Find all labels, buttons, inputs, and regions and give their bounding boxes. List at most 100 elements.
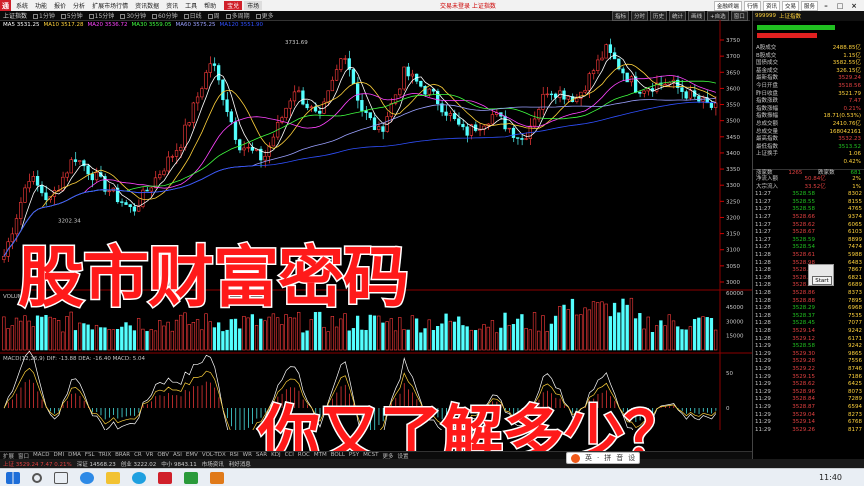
indicator-tab[interactable]: WR bbox=[243, 452, 252, 459]
tick-row[interactable]: 11:27 3528.58 8302 bbox=[753, 191, 864, 199]
menu-item[interactable]: 系统 bbox=[16, 1, 28, 10]
indicator-tab[interactable]: 更多 bbox=[383, 452, 394, 460]
indicator-tab[interactable]: 窗口 bbox=[18, 452, 29, 460]
ime-item[interactable]: 拼 bbox=[604, 453, 611, 463]
menu-item[interactable]: 资讯 bbox=[166, 1, 178, 10]
period-tab[interactable]: 更多 bbox=[255, 11, 274, 20]
tab-market[interactable]: 市场 bbox=[244, 1, 263, 10]
title-button[interactable]: 行情 bbox=[743, 0, 761, 11]
menu-item[interactable]: 分析 bbox=[73, 1, 85, 10]
indicator-tab[interactable]: KDJ bbox=[271, 452, 280, 459]
period-tab[interactable]: 多周期 bbox=[225, 11, 250, 20]
app-orange-icon[interactable] bbox=[210, 471, 224, 484]
period-tab[interactable]: 5分钟 bbox=[60, 11, 83, 20]
minimize-icon[interactable]: – bbox=[820, 2, 832, 10]
tick-row[interactable]: 11:29 3528.87 6594 bbox=[753, 404, 864, 412]
indicator-tab[interactable]: ROC bbox=[298, 452, 310, 459]
tick-row[interactable]: 11:27 3528.58 4765 bbox=[753, 206, 864, 214]
tick-row[interactable]: 11:27 3528.62 6065 bbox=[753, 222, 864, 230]
ime-item[interactable]: 音 bbox=[616, 453, 623, 463]
indicator-tab[interactable]: CCI bbox=[285, 452, 294, 459]
menu-item[interactable]: 工具 bbox=[185, 1, 197, 10]
tick-row[interactable]: 11:29 3529.30 9865 bbox=[753, 351, 864, 359]
period-tab[interactable]: 日线 bbox=[183, 11, 202, 20]
tick-row[interactable]: 11:27 3528.54 7474 bbox=[753, 244, 864, 252]
period-tab[interactable]: 15分钟 bbox=[88, 11, 114, 20]
tick-row[interactable]: 11:29 3529.04 8273 bbox=[753, 412, 864, 420]
indicator-tab[interactable]: DMI bbox=[54, 452, 65, 459]
menu-item[interactable]: 帮助 bbox=[204, 1, 216, 10]
indicator-tab[interactable]: 扩展 bbox=[3, 452, 14, 460]
tick-row[interactable]: 11:29 3529.28 7556 bbox=[753, 358, 864, 366]
indicator-tab[interactable]: ASI bbox=[173, 452, 182, 459]
tab-baodui[interactable]: 宝兑 bbox=[224, 1, 243, 10]
title-button[interactable]: 服务 bbox=[800, 0, 818, 11]
tick-row[interactable]: 11:29 3529.22 8746 bbox=[753, 366, 864, 374]
start-button[interactable]: Start bbox=[812, 276, 832, 285]
ime-toolbar[interactable]: 英 · 拼音设 bbox=[566, 452, 641, 464]
ime-item[interactable]: 英 bbox=[585, 453, 592, 463]
period-tab[interactable]: 1分钟 bbox=[33, 11, 55, 20]
menu-item[interactable]: 资讯数据 bbox=[135, 1, 159, 10]
period-tab[interactable]: 30分钟 bbox=[120, 11, 146, 20]
menu-item[interactable]: 报价 bbox=[54, 1, 66, 10]
tick-row[interactable]: 11:29 3529.26 8177 bbox=[753, 427, 864, 435]
maximize-icon[interactable]: □ bbox=[834, 2, 846, 10]
title-button[interactable]: 金融终端 bbox=[713, 0, 742, 11]
windows-start-icon[interactable] bbox=[6, 471, 20, 484]
tick-row[interactable]: 11:29 3528.62 6425 bbox=[753, 381, 864, 389]
indicator-tab[interactable]: EMV bbox=[186, 452, 198, 459]
indicator-tab[interactable]: SAR bbox=[256, 452, 267, 459]
app-red-icon[interactable] bbox=[158, 471, 172, 484]
tick-row[interactable]: 11:27 3528.55 8155 bbox=[753, 199, 864, 207]
title-button[interactable]: 交易 bbox=[781, 0, 799, 11]
menu-item[interactable]: 扩展市场行情 bbox=[92, 1, 128, 10]
menu-item[interactable]: 功能 bbox=[35, 1, 47, 10]
app-green-icon[interactable] bbox=[184, 471, 198, 484]
indicator-tab[interactable]: PSY bbox=[349, 452, 359, 459]
task-view-icon[interactable] bbox=[54, 471, 68, 484]
indicator-tab[interactable]: RSI bbox=[230, 452, 239, 459]
indicator-tab[interactable]: CR bbox=[134, 452, 142, 459]
indicator-tab[interactable]: OBV bbox=[157, 452, 169, 459]
indicator-tab[interactable]: BOLL bbox=[331, 452, 345, 459]
indicator-tab[interactable]: MACD bbox=[33, 452, 50, 459]
tick-row[interactable]: 11:29 3529.15 7186 bbox=[753, 374, 864, 382]
indicator-tab[interactable]: VOL-TDX bbox=[202, 452, 226, 459]
tick-row[interactable]: 11:28 3528.45 7077 bbox=[753, 320, 864, 328]
ime-item[interactable]: 设 bbox=[628, 453, 635, 463]
tick-row[interactable]: 11:28 3528.37 7535 bbox=[753, 313, 864, 321]
tick-row[interactable]: 11:28 3528.29 6968 bbox=[753, 305, 864, 313]
indicator-tab[interactable]: FSL bbox=[85, 452, 95, 459]
tick-row[interactable]: 11:28 3528.88 7895 bbox=[753, 298, 864, 306]
tick-row[interactable]: 11:29 3528.84 7289 bbox=[753, 396, 864, 404]
stat-label: 最新指数 bbox=[756, 75, 779, 82]
tick-row[interactable]: 11:29 3528.58 9242 bbox=[753, 343, 864, 351]
tick-list[interactable]: 11:27 3528.58 8302 11:27 3528.55 8155 11:27 352… bbox=[753, 191, 864, 434]
indicator-tab[interactable]: BRAR bbox=[115, 452, 130, 459]
indicator-tab[interactable]: 设置 bbox=[398, 452, 409, 460]
indicator-tab[interactable]: TRIX bbox=[99, 452, 112, 459]
tick-row[interactable]: 11:28 3529.14 9242 bbox=[753, 328, 864, 336]
tick-row[interactable]: 11:27 3528.59 8899 bbox=[753, 237, 864, 245]
period-tab[interactable]: 60分钟 bbox=[151, 11, 178, 20]
ie-icon[interactable] bbox=[80, 471, 94, 484]
title-button[interactable]: 资讯 bbox=[762, 0, 780, 11]
edge-icon[interactable] bbox=[132, 471, 146, 484]
tick-row[interactable]: 11:28 3528.86 8373 bbox=[753, 290, 864, 298]
ime-item[interactable]: · bbox=[597, 454, 599, 462]
period-tab[interactable]: 周 bbox=[207, 11, 220, 20]
indicator-tab[interactable]: MCST bbox=[363, 452, 378, 459]
tick-row[interactable]: 11:28 3529.12 6171 bbox=[753, 336, 864, 344]
folder-icon[interactable] bbox=[106, 471, 120, 484]
tick-row[interactable]: 11:27 3528.67 6103 bbox=[753, 229, 864, 237]
tick-row[interactable]: 11:29 3529.14 6768 bbox=[753, 419, 864, 427]
search-icon[interactable] bbox=[32, 472, 42, 483]
tick-row[interactable]: 11:28 3528.61 5988 bbox=[753, 252, 864, 260]
tick-row[interactable]: 11:27 3528.66 9374 bbox=[753, 214, 864, 222]
tick-row[interactable]: 11:29 3528.96 8073 bbox=[753, 389, 864, 397]
indicator-tab[interactable]: MTM bbox=[314, 452, 327, 459]
indicator-tab[interactable]: DMA bbox=[68, 452, 81, 459]
close-icon[interactable]: × bbox=[848, 2, 860, 10]
indicator-tab[interactable]: VR bbox=[146, 452, 154, 459]
